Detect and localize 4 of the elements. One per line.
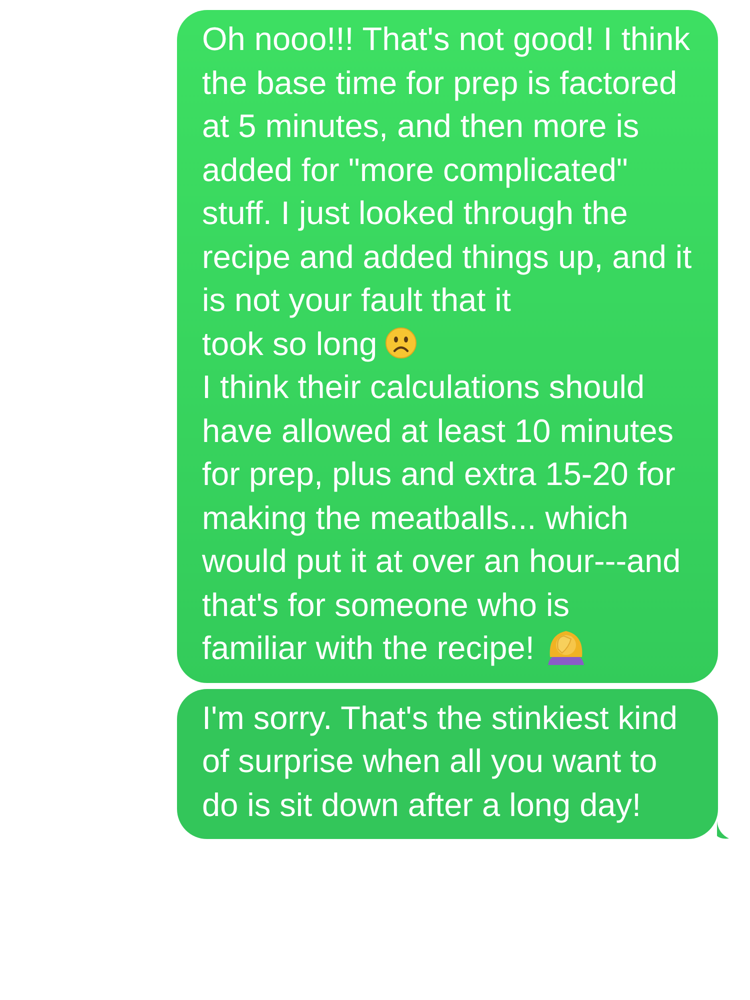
message-text: took so long <box>202 326 378 362</box>
message-text: I'm sorry. That's the stinkiest kind of surprise when all you want to do is sit down after a long day! <box>202 698 678 825</box>
message-text: familiar with the recipe! <box>202 630 534 666</box>
frowning-face-icon <box>385 326 418 358</box>
